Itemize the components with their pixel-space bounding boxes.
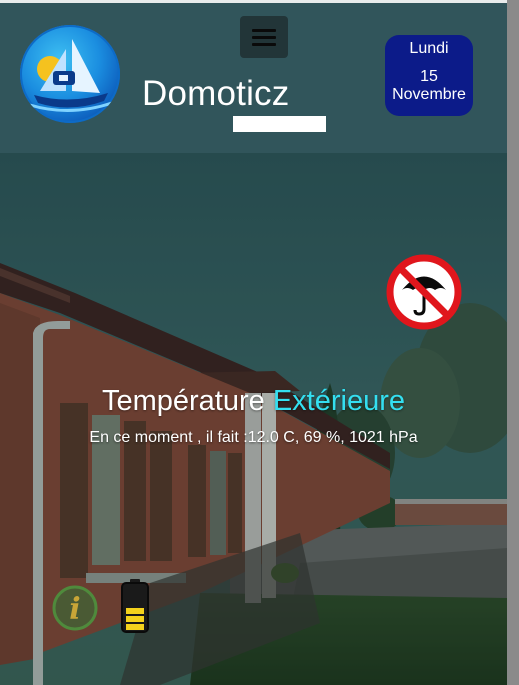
battery-icon [120, 578, 150, 634]
domoticz-logo-icon[interactable] [20, 25, 120, 123]
date-badge: Lundi 15 Novembre [385, 35, 473, 116]
title-main: Température [101, 385, 265, 417]
no-rain-umbrella-icon [385, 253, 463, 331]
app-title: Domoticz [142, 74, 290, 113]
header: Domoticz Lundi 15 Novembre [0, 3, 507, 153]
battery-cell [126, 624, 144, 630]
outdoor-temperature-title: Température Extérieure [0, 385, 507, 418]
battery-cell [126, 616, 144, 622]
hamburger-menu-icon[interactable] [240, 16, 288, 58]
date-day: 15 [420, 68, 438, 85]
scrollbar[interactable] [507, 0, 519, 685]
title-underline-bar [233, 116, 326, 132]
info-icon[interactable]: i [51, 584, 99, 632]
current-weather-line: En ce moment , il fait :12.0 C, 69 %, 10… [89, 429, 418, 446]
title-accent: Extérieure [272, 385, 406, 417]
page: Domoticz Lundi 15 Novembre Température E… [0, 0, 519, 685]
date-month: Novembre [392, 86, 466, 103]
battery-cell [126, 608, 144, 614]
svg-text:i: i [69, 592, 80, 627]
date-weekday: Lundi [409, 40, 449, 57]
